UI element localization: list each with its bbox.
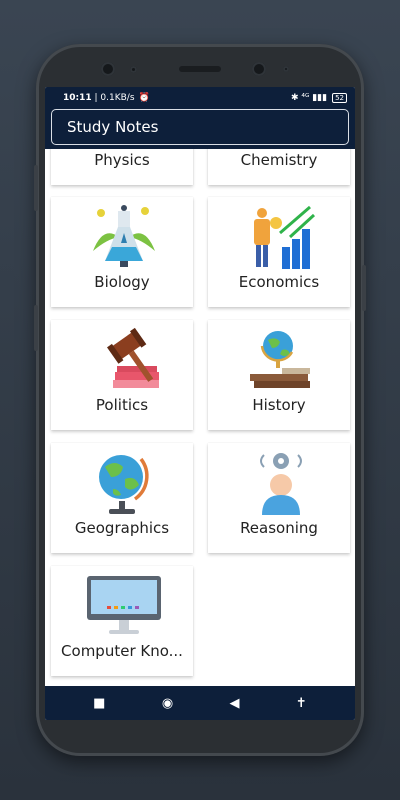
subject-label: Economics — [238, 273, 320, 291]
subject-card-physics[interactable]: Physics — [51, 149, 193, 185]
status-speed: 0.1KB/s — [100, 93, 135, 103]
phone-side-button — [34, 165, 38, 211]
status-separator: | — [91, 93, 101, 103]
alarm-icon: ⏰ — [138, 93, 150, 103]
subject-label: Politics — [95, 396, 149, 414]
globe-books-icon — [250, 331, 310, 388]
gavel-books-icon — [107, 327, 159, 388]
camera-icon — [252, 62, 266, 76]
camera-icon — [101, 62, 115, 76]
phone-side-button — [34, 305, 38, 351]
subject-card-chemistry[interactable]: Chemistry — [208, 149, 350, 185]
subject-card-geographics[interactable]: Geographics — [51, 443, 193, 553]
recent-apps-button[interactable]: ■ — [93, 696, 105, 711]
subject-label: Biology — [94, 273, 150, 291]
subject-label: Reasoning — [240, 519, 318, 537]
biology-flask-icon — [93, 205, 155, 267]
accessibility-button[interactable]: ✝ — [296, 696, 307, 711]
subject-label: Computer Kno... — [61, 642, 183, 660]
subject-card-computer-knowledge[interactable]: Computer Kno... — [51, 566, 193, 676]
page-title: Study Notes — [51, 109, 349, 145]
subject-card-politics[interactable]: Politics — [51, 320, 193, 430]
subject-label: Chemistry — [240, 151, 318, 169]
economics-growth-icon — [254, 205, 316, 269]
camera-icon — [130, 66, 137, 73]
subject-label: Geographics — [74, 519, 170, 537]
battery-icon: 52 — [332, 93, 347, 103]
status-time: 10:11 — [63, 93, 92, 103]
subject-label: History — [252, 396, 306, 414]
subject-grid[interactable]: Physics Chemistry Biology Economics Poli… — [45, 149, 355, 686]
system-nav-bar: ■ ◉ ◀ ✝ — [45, 686, 355, 720]
computer-monitor-icon — [87, 576, 161, 634]
sensor-icon — [283, 66, 289, 72]
app-screen: 10:11 | 0.1KB/s ⏰ ✱ ⁴ᴳ ▮▮▮ 52 Study Note… — [45, 87, 355, 720]
status-right: ✱ ⁴ᴳ ▮▮▮ 52 — [291, 93, 347, 103]
subject-card-history[interactable]: History — [208, 320, 350, 430]
home-button[interactable]: ◉ — [162, 696, 173, 711]
head-gear-icon — [260, 453, 302, 515]
subject-label: Physics — [94, 151, 150, 169]
status-icons: ✱ ⁴ᴳ ▮▮▮ — [290, 93, 328, 103]
status-bar: 10:11 | 0.1KB/s ⏰ ✱ ⁴ᴳ ▮▮▮ 52 — [45, 87, 355, 109]
back-button[interactable]: ◀ — [230, 696, 240, 711]
globe-icon — [99, 455, 149, 514]
subject-card-biology[interactable]: Biology — [51, 197, 193, 307]
subject-card-economics[interactable]: Economics — [208, 197, 350, 307]
subject-card-reasoning[interactable]: Reasoning — [208, 443, 350, 553]
app-bar: Study Notes — [45, 109, 355, 149]
phone-side-button — [362, 265, 366, 311]
speaker-grille — [179, 66, 221, 72]
